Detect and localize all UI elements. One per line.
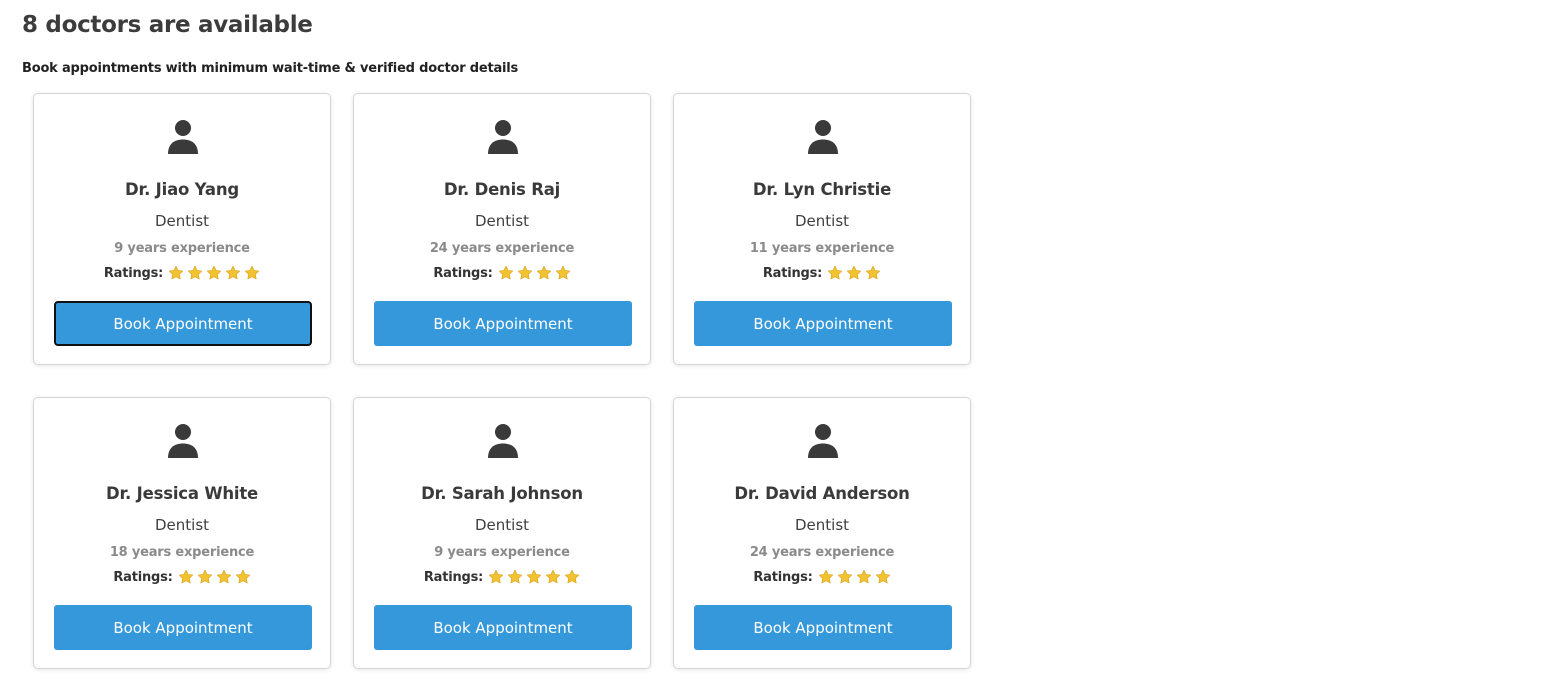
doctor-specialty: Dentist <box>794 212 850 230</box>
ratings-row: Ratings: <box>674 569 970 585</box>
star-icon <box>517 265 532 280</box>
star-rating <box>488 569 580 585</box>
doctor-avatar-icon <box>168 120 198 154</box>
doctor-name: Dr. Jiao Yang <box>124 180 240 199</box>
doctor-name: Dr. Jessica White <box>105 484 259 503</box>
star-rating <box>168 265 260 281</box>
star-icon <box>245 265 260 280</box>
star-rating <box>827 265 881 281</box>
doctor-name: Dr. Lyn Christie <box>752 180 892 199</box>
doctor-specialty: Dentist <box>794 516 850 534</box>
star-icon <box>207 265 222 280</box>
doctor-experience: 24 years experience <box>749 545 895 560</box>
star-icon <box>527 569 542 584</box>
doctor-card: Dr. Sarah Johnson Dentist 9 years experien… <box>353 397 651 669</box>
star-icon <box>866 265 881 280</box>
doctor-experience: 18 years experience <box>109 545 255 560</box>
star-rating <box>178 569 251 585</box>
doctor-card: Dr. Denis Raj Dentist 24 years experience R… <box>353 93 651 365</box>
doctor-avatar-icon <box>168 424 198 458</box>
book-appointment-button[interactable]: Book Appointment <box>374 605 632 650</box>
star-icon <box>197 569 212 584</box>
doctor-experience: 9 years experience <box>434 545 570 560</box>
star-icon <box>818 569 833 584</box>
doctor-specialty: Dentist <box>154 516 210 534</box>
star-icon <box>565 569 580 584</box>
book-appointment-button[interactable]: Book Appointment <box>54 605 312 650</box>
star-icon <box>178 569 193 584</box>
star-icon <box>546 569 561 584</box>
doctor-specialty: Dentist <box>474 516 530 534</box>
star-icon <box>508 569 523 584</box>
doctor-name: Dr. Sarah Johnson <box>421 484 583 503</box>
star-icon <box>498 265 513 280</box>
star-icon <box>837 569 852 584</box>
ratings-label: Ratings: <box>423 569 484 585</box>
doctor-card: Dr. David Anderson Dentist 24 years experi… <box>673 397 971 669</box>
star-rating <box>818 569 891 585</box>
star-icon <box>875 569 890 584</box>
page-title: 8 doctors are available <box>22 12 313 38</box>
doctor-specialty: Dentist <box>474 212 530 230</box>
ratings-row: Ratings: <box>354 569 650 585</box>
doctor-experience: 24 years experience <box>429 241 575 256</box>
star-icon <box>235 569 250 584</box>
star-icon <box>555 265 570 280</box>
star-icon <box>536 265 551 280</box>
book-appointment-button[interactable]: Book Appointment <box>54 301 312 346</box>
doctor-avatar-icon <box>808 120 838 154</box>
ratings-row: Ratings: <box>34 265 330 281</box>
star-icon <box>847 265 862 280</box>
ratings-label: Ratings: <box>113 569 173 585</box>
doctor-experience: 11 years experience <box>749 241 895 256</box>
star-icon <box>169 265 184 280</box>
star-icon <box>226 265 241 280</box>
doctor-avatar-icon <box>488 120 518 154</box>
star-rating <box>498 265 571 281</box>
doctor-card: Dr. Jiao Yang Dentist 9 years experience Ra… <box>33 93 331 365</box>
doctor-avatar-icon <box>488 424 518 458</box>
book-appointment-button[interactable]: Book Appointment <box>694 301 952 346</box>
doctor-card: Dr. Lyn Christie Dentist 11 years experien… <box>673 93 971 365</box>
star-icon <box>489 569 504 584</box>
star-icon <box>856 569 871 584</box>
ratings-label: Ratings: <box>433 265 493 281</box>
ratings-row: Ratings: <box>674 265 970 281</box>
doctor-name: Dr. Denis Raj <box>443 180 561 199</box>
book-appointment-button[interactable]: Book Appointment <box>374 301 632 346</box>
doctor-experience: 9 years experience <box>114 241 250 256</box>
page: 8 doctors are available Book appointment… <box>0 0 1549 683</box>
ratings-row: Ratings: <box>34 569 330 585</box>
doctor-grid: Dr. Jiao Yang Dentist 9 years experience Ra… <box>33 93 971 669</box>
star-icon <box>828 265 843 280</box>
doctor-avatar-icon <box>808 424 838 458</box>
ratings-row: Ratings: <box>354 265 650 281</box>
ratings-label: Ratings: <box>103 265 164 281</box>
doctor-card: Dr. Jessica White Dentist 18 years experie… <box>33 397 331 669</box>
doctor-name: Dr. David Anderson <box>734 484 910 503</box>
page-subtitle: Book appointments with minimum wait-time… <box>22 61 519 76</box>
star-icon <box>188 265 203 280</box>
ratings-label: Ratings: <box>762 265 823 281</box>
ratings-label: Ratings: <box>753 569 813 585</box>
book-appointment-button[interactable]: Book Appointment <box>694 605 952 650</box>
star-icon <box>216 569 231 584</box>
doctor-specialty: Dentist <box>154 212 210 230</box>
